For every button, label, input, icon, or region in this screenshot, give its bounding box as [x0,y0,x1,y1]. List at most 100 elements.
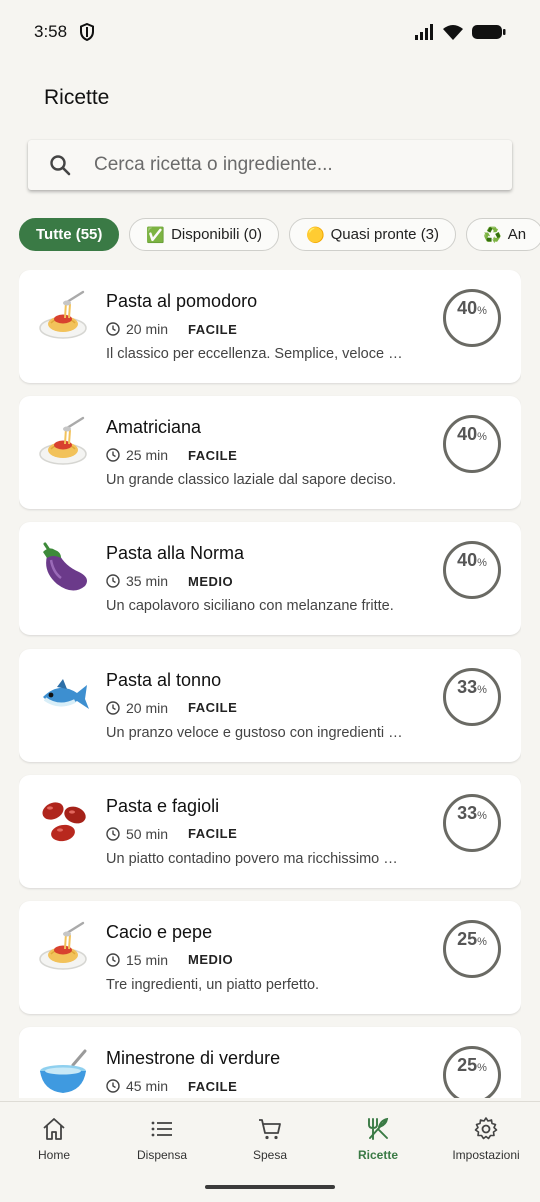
recipe-time: 50 min [126,825,169,842]
filter-chip-disponibili[interactable]: ✅ Disponibili (0) [129,218,279,251]
recipe-title: Pasta al pomodoro [106,291,258,311]
recipe-card[interactable]: Pasta al pomodoro 20 min FACILE Il class… [19,270,521,383]
clock-icon [106,700,120,715]
chip-label: Disponibili (0) [171,226,262,243]
chip-label: Tutte (55) [36,226,103,243]
cart-icon [259,1119,281,1140]
percent-sign: % [477,935,487,948]
recipe-time: 35 min [126,573,169,590]
clock-icon [106,953,120,967]
search-input[interactable] [94,154,454,176]
recipe-title: Amatriciana [106,417,202,438]
recipe-title: Pasta e fagioli [106,795,220,816]
recipe-card[interactable]: Pasta alla Norma 35 min MEDIO Un capolav… [19,522,521,636]
availability-ring: 25% [443,919,501,978]
chip-label: An [507,226,527,243]
search-icon [50,155,71,176]
recipe-title: Minestrone di verdure [106,1048,281,1069]
recipe-title: Cacio e pepe [106,921,213,942]
clock-icon [106,322,120,336]
eggplant-icon [43,542,87,591]
clock-icon [106,1079,120,1093]
recipe-title: Pasta alla Norma [106,543,245,564]
clock-icon [106,827,120,841]
check-icon: ✅ [146,226,166,244]
beans-icon [42,802,86,841]
recipe-difficulty: FACILE [188,321,238,337]
recipe-card[interactable]: Pasta e fagioli 50 min FACILE Un piatto … [19,774,521,888]
recycle-icon: ♻️ [483,226,502,244]
recipe-time: 20 min [126,321,169,337]
soup-bowl-icon [40,1049,87,1094]
spaghetti-icon [39,921,87,970]
nav-label: Spesa [252,1148,288,1162]
gear-icon [474,1117,498,1140]
home-indicator[interactable] [205,1185,335,1189]
recipe-difficulty: FACILE [188,826,238,842]
recipe-time: 15 min [126,951,169,968]
percent-sign: % [477,431,487,444]
recipe-description: Un piatto contadino povero ma ricchissim… [106,850,398,867]
recipe-description: Tre ingredienti, un piatto perfetto. [106,976,320,993]
nav-label: Dispensa [136,1148,188,1162]
nav-item-ricette[interactable]: Ricette [324,1116,432,1166]
percent-sign: % [477,557,487,570]
recipe-card[interactable]: Cacio e pepe 15 min MEDIO Tre ingredient… [19,900,521,1014]
signal-icon [415,24,433,40]
percent-sign: % [477,1062,487,1075]
availability-ring: 40% [443,289,501,347]
search-bar[interactable] [28,140,512,190]
recipe-time: 25 min [126,447,169,464]
recipe-card[interactable]: Pasta al tonno 20 min FACILE Un pranzo v… [19,648,521,762]
spaghetti-icon [39,290,87,339]
percent-sign: % [477,683,487,696]
recipe-description: Il classico per eccellenza. Semplice, ve… [106,346,403,362]
recipe-time: 20 min [126,699,169,716]
page-title: Ricette [44,86,110,109]
nav-item-spesa[interactable]: Spesa [216,1116,324,1166]
availability-percent: 40 [457,298,478,318]
availability-percent: 40 [457,424,478,445]
availability-percent: 25 [457,928,478,949]
availability-ring: 40% [443,415,501,474]
recipe-title: Pasta al tonno [106,669,222,690]
recipe-difficulty: MEDIO [188,573,234,589]
chip-label: Quasi pronte (3) [330,226,440,243]
clock-icon [106,574,120,589]
spaghetti-icon [39,416,87,465]
availability-percent: 33 [457,802,478,823]
filter-chip-quasi-pronte[interactable]: 🟡 Quasi pronte (3) [288,218,457,251]
nav-item-home[interactable]: Home [0,1116,108,1166]
yellow-circle-icon: 🟡 [305,226,325,244]
recipe-list: Pasta al pomodoro 20 min FACILE Il class… [19,270,521,1098]
availability-percent: 33 [457,676,478,697]
fish-icon [43,678,89,709]
nav-label: Impostazioni [452,1148,520,1162]
recipe-time: 45 min [126,1078,169,1095]
filter-chip-partial[interactable]: ♻️ An [466,218,540,251]
availability-ring: 40% [443,541,501,600]
recipe-difficulty: MEDIO [188,952,234,968]
availability-percent: 40 [457,550,478,571]
list-icon [151,1121,172,1137]
recipe-description: Un pranzo veloce e gustoso con ingredien… [106,724,403,741]
wifi-icon [443,25,463,40]
recipe-card[interactable]: Amatriciana 25 min FACILE Un grande clas… [19,396,521,510]
availability-ring: 33% [443,667,501,726]
clock-icon [106,448,120,462]
nav-label: Home [37,1148,70,1162]
filter-chip-tutte[interactable]: Tutte (55) [19,218,120,251]
recipe-description: Un capolavoro siciliano con melanzane fr… [106,598,394,615]
nav-item-dispensa[interactable]: Dispensa [108,1116,216,1166]
status-bar: 3:58 [0,0,540,64]
nav-label: Ricette [357,1148,398,1162]
battery-icon [472,25,506,39]
recipe-difficulty: FACILE [188,700,238,716]
home-icon [43,1118,65,1140]
recipe-card[interactable]: Minestrone di verdure 45 min FACILE 25% [19,1027,521,1098]
shield-icon [80,23,95,41]
recipe-difficulty: FACILE [188,1078,238,1094]
availability-percent: 25 [457,1055,478,1076]
recipe-description: Un grande classico laziale dal sapore de… [106,472,397,489]
nav-item-impostazioni[interactable]: Impostazioni [432,1116,540,1166]
